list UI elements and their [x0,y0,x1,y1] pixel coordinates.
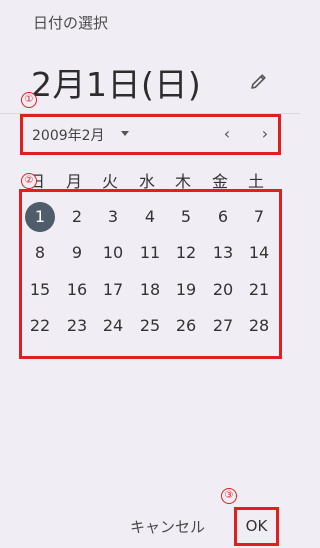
day-cell[interactable]: 6 [208,202,238,232]
day-cell[interactable]: 22 [25,311,55,341]
day-cell[interactable]: 26 [171,311,201,341]
day-cell[interactable]: 7 [244,202,274,232]
dialog-title: 日付の選択 [33,14,109,32]
day-cell[interactable]: 11 [135,238,165,268]
day-cell[interactable]: 16 [62,275,92,305]
annotation-badge-3: ③ [221,488,237,504]
day-cell[interactable]: 9 [62,238,92,268]
annotation-badge-2: ② [21,173,37,189]
pencil-icon[interactable] [249,71,269,91]
weekday-header: 日月火水木金土 [22,168,278,191]
day-cell[interactable]: 24 [98,311,128,341]
calendar-grid: 1 2 3 4 5 6 7 8 9 10 11 12 13 14 15 16 17 18 19 20 21 22 23 24 2… [19,189,282,359]
day-cell[interactable]: 27 [208,311,238,341]
month-year-selector[interactable]: 2009年2月 [32,125,105,145]
day-cell[interactable]: 14 [244,238,274,268]
day-cell[interactable]: 10 [98,238,128,268]
day-cell[interactable]: 25 [135,311,165,341]
chevron-right-icon[interactable]: › [257,124,273,143]
chevron-left-icon[interactable]: ‹ [219,124,235,143]
day-cell[interactable]: 5 [171,202,201,232]
day-cell[interactable]: 28 [244,311,274,341]
annotation-badge-1: ① [21,92,37,108]
day-cell[interactable]: 18 [135,275,165,305]
day-cell[interactable]: 12 [171,238,201,268]
month-row: 2009年2月 ‹ › [20,114,281,155]
day-cell[interactable]: 2 [62,202,92,232]
cancel-button[interactable]: キャンセル [130,516,205,537]
day-cell[interactable]: 19 [171,275,201,305]
day-cell[interactable]: 15 [25,275,55,305]
day-cell[interactable]: 3 [98,202,128,232]
caret-down-icon[interactable] [121,131,129,136]
day-cell[interactable]: 23 [62,311,92,341]
day-cell[interactable]: 8 [25,238,55,268]
selected-date-heading: 2月1日(日) [31,65,202,104]
day-cell[interactable]: 13 [208,238,238,268]
day-cell[interactable]: 17 [98,275,128,305]
day-cell[interactable]: 4 [135,202,165,232]
day-cell[interactable]: 20 [208,275,238,305]
ok-button[interactable]: OK [234,507,279,546]
day-cell[interactable]: 21 [244,275,274,305]
day-cell-selected[interactable]: 1 [25,202,55,232]
